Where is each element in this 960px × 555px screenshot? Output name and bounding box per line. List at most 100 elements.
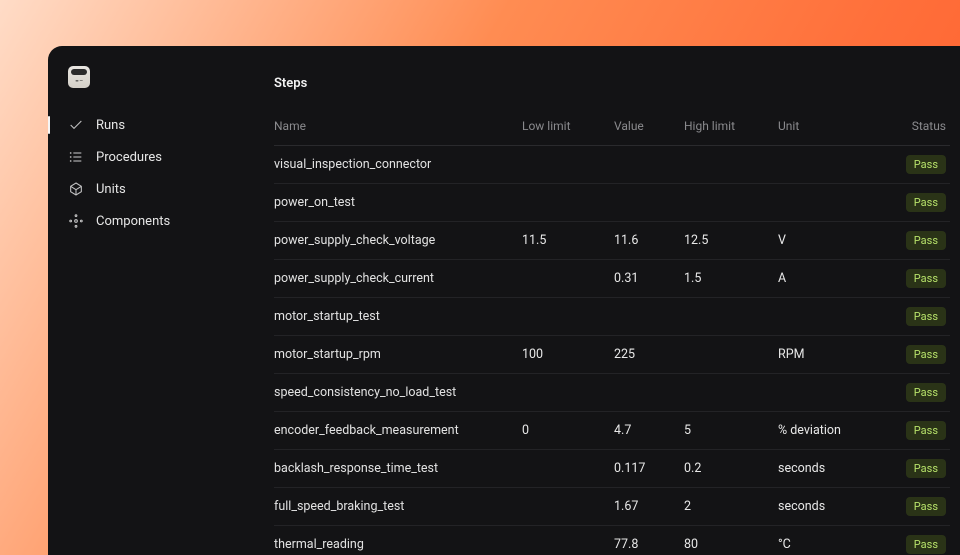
cell-unit [778,146,890,184]
cell-status: Pass [890,336,950,374]
sidebar-item-label: Runs [96,118,125,133]
cell-low-limit [522,450,614,488]
sidebar: Runs Procedures Units Components [48,46,242,555]
status-badge: Pass [906,459,946,478]
cell-unit: % deviation [778,412,890,450]
cell-high-limit [684,184,778,222]
cell-name[interactable]: encoder_feedback_measurement [274,412,522,450]
sidebar-nav: Runs Procedures Units Components [48,110,242,236]
sidebar-item-procedures[interactable]: Procedures [48,142,242,172]
cell-low-limit [522,260,614,298]
cell-name[interactable]: speed_consistency_no_load_test [274,374,522,412]
cell-value: 11.6 [614,222,684,260]
cell-unit: A [778,260,890,298]
sidebar-item-components[interactable]: Components [48,206,242,236]
cell-value: 0.117 [614,450,684,488]
cell-name[interactable]: power_on_test [274,184,522,222]
status-badge: Pass [906,231,946,250]
cell-status: Pass [890,184,950,222]
cell-name[interactable]: motor_startup_test [274,298,522,336]
cell-name[interactable]: thermal_reading [274,526,522,555]
cell-high-limit [684,336,778,374]
cell-high-limit [684,146,778,184]
main-content: Steps Name Low limit Value High limit Un… [242,46,960,555]
cell-value: 77.8 [614,526,684,555]
cell-low-limit: 100 [522,336,614,374]
cell-unit: seconds [778,450,890,488]
col-header-status[interactable]: Status [890,111,950,146]
cell-value [614,374,684,412]
cell-name[interactable]: motor_startup_rpm [274,336,522,374]
cell-high-limit: 12.5 [684,222,778,260]
cube-icon [68,181,84,197]
status-badge: Pass [906,383,946,402]
sidebar-item-runs[interactable]: Runs [48,110,242,140]
col-header-unit[interactable]: Unit [778,111,890,146]
cell-value: 225 [614,336,684,374]
cell-low-limit [522,298,614,336]
cell-value [614,146,684,184]
cell-high-limit: 1.5 [684,260,778,298]
cell-high-limit [684,374,778,412]
status-badge: Pass [906,307,946,326]
cell-status: Pass [890,412,950,450]
cell-status: Pass [890,298,950,336]
cell-unit: V [778,222,890,260]
list-icon [68,149,84,165]
sidebar-item-label: Units [96,182,126,197]
cell-status: Pass [890,526,950,555]
cell-unit [778,374,890,412]
col-header-high-limit[interactable]: High limit [684,111,778,146]
cell-value: 0.31 [614,260,684,298]
cell-high-limit: 80 [684,526,778,555]
cell-status: Pass [890,488,950,526]
cell-value: 1.67 [614,488,684,526]
cell-name[interactable]: full_speed_braking_test [274,488,522,526]
cell-low-limit: 11.5 [522,222,614,260]
cell-name[interactable]: backlash_response_time_test [274,450,522,488]
col-header-name[interactable]: Name [274,111,522,146]
col-header-value[interactable]: Value [614,111,684,146]
cell-unit: seconds [778,488,890,526]
cell-name[interactable]: power_supply_check_current [274,260,522,298]
status-badge: Pass [906,421,946,440]
cell-high-limit [684,298,778,336]
cell-unit: °C [778,526,890,555]
cell-status: Pass [890,146,950,184]
cell-status: Pass [890,222,950,260]
cell-value [614,184,684,222]
cell-name[interactable]: visual_inspection_connector [274,146,522,184]
cell-value [614,298,684,336]
status-badge: Pass [906,345,946,364]
cell-unit: RPM [778,336,890,374]
sidebar-item-units[interactable]: Units [48,174,242,204]
cell-low-limit [522,526,614,555]
steps-table: Name Low limit Value High limit Unit Sta… [274,111,960,555]
cell-high-limit: 0.2 [684,450,778,488]
status-badge: Pass [906,497,946,516]
check-icon [68,117,84,133]
status-badge: Pass [906,535,946,554]
cell-unit [778,184,890,222]
status-badge: Pass [906,193,946,212]
cell-value: 4.7 [614,412,684,450]
sidebar-item-label: Procedures [96,150,162,165]
status-badge: Pass [906,155,946,174]
cell-low-limit: 0 [522,412,614,450]
status-badge: Pass [906,269,946,288]
col-header-low-limit[interactable]: Low limit [522,111,614,146]
cell-low-limit [522,146,614,184]
sidebar-item-label: Components [96,214,170,229]
cell-low-limit [522,184,614,222]
cell-status: Pass [890,260,950,298]
components-icon [68,213,84,229]
cell-low-limit [522,374,614,412]
app-logo-icon [68,66,90,88]
cell-high-limit: 5 [684,412,778,450]
cell-name[interactable]: power_supply_check_voltage [274,222,522,260]
cell-unit [778,298,890,336]
app-window: Runs Procedures Units Components [48,46,960,555]
cell-high-limit: 2 [684,488,778,526]
section-title: Steps [274,76,960,91]
cell-low-limit [522,488,614,526]
